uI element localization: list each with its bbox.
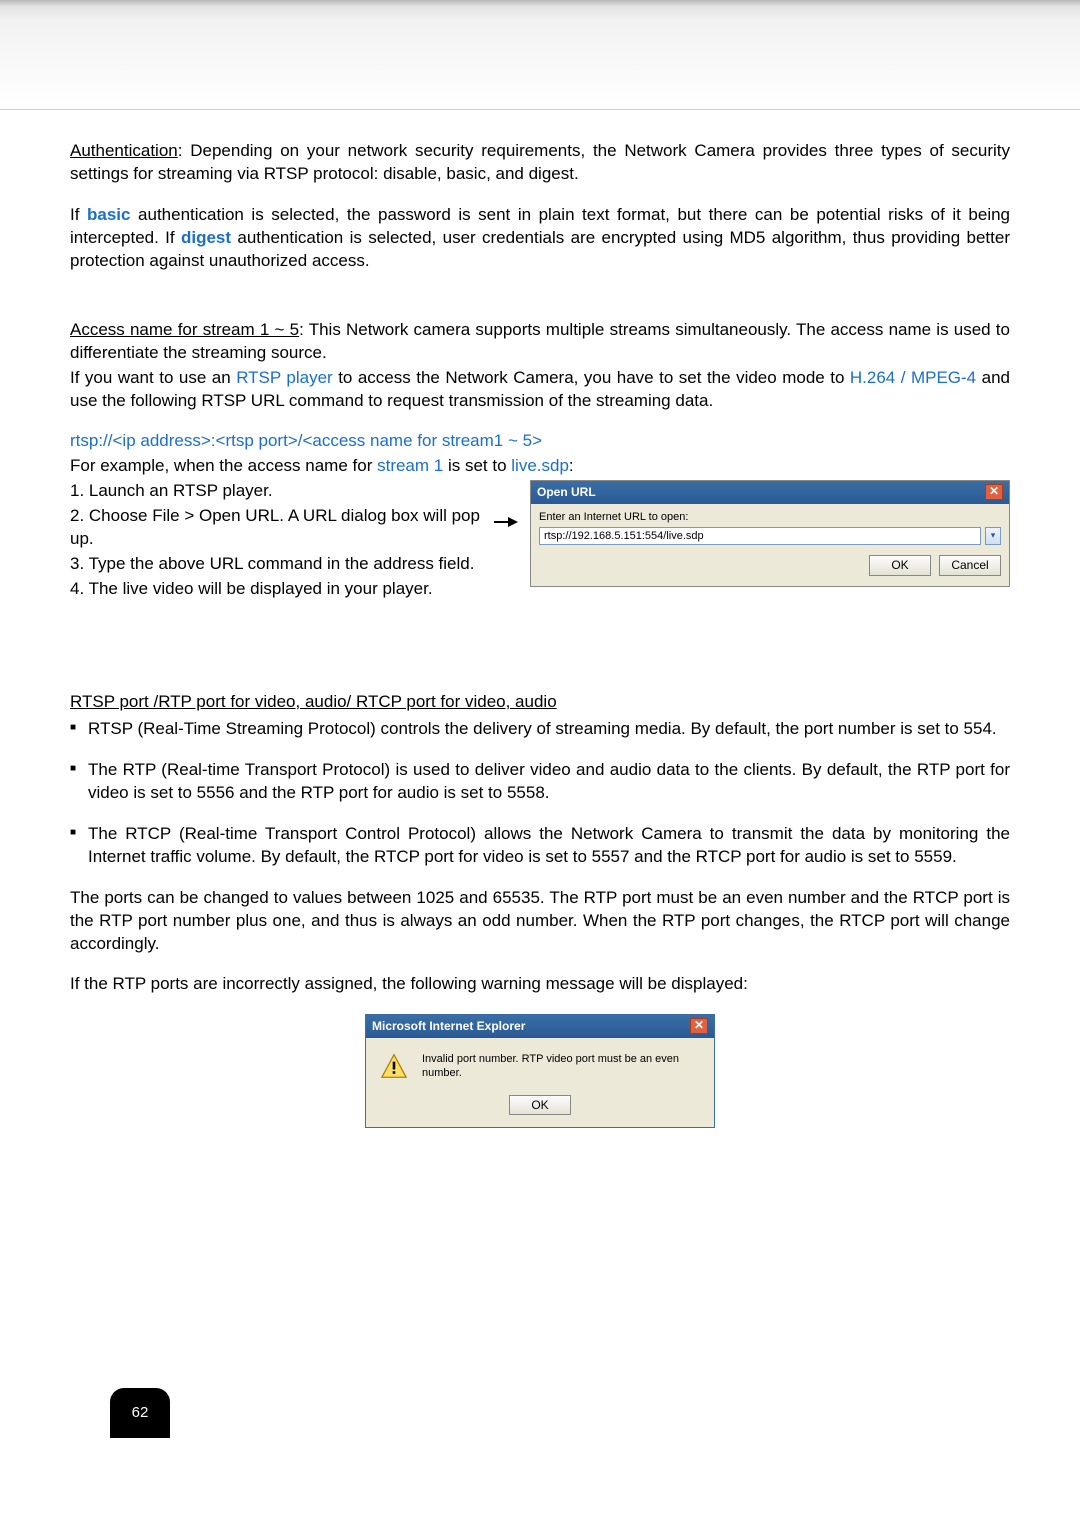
text: to access the Network Camera, you have t…: [333, 368, 850, 387]
port-range-note: The ports can be changed to values betwe…: [70, 887, 1010, 956]
close-icon[interactable]: ✕: [690, 1018, 708, 1034]
page-number: 62: [110, 1388, 170, 1438]
dialog-titlebar[interactable]: Open URL ✕: [531, 481, 1009, 503]
text: :: [569, 456, 574, 475]
kw-rtsp-player: RTSP player: [236, 368, 333, 387]
chevron-down-icon[interactable]: ▾: [985, 527, 1001, 545]
open-url-input[interactable]: [539, 527, 981, 545]
auth-section-label: Authentication: [70, 141, 178, 160]
dialog-titlebar[interactable]: Microsoft Internet Explorer ✕: [366, 1015, 714, 1037]
list-item: RTSP (Real-Time Streaming Protocol) cont…: [70, 718, 1010, 741]
step-list: 1. Launch an RTSP player. 2. Choose File…: [70, 480, 482, 601]
rtsp-ports-bullets: RTSP (Real-Time Streaming Protocol) cont…: [70, 718, 1010, 869]
rtsp-url-template: rtsp://<ip address>:<rtsp port>/<access …: [70, 430, 1010, 453]
text: If: [70, 205, 87, 224]
warning-icon: [380, 1053, 408, 1079]
open-url-dialog: Open URL ✕ Enter an Internet URL to open…: [530, 480, 1010, 586]
kw-stream1: stream 1: [377, 456, 443, 475]
access-name-label: Access name for stream 1 ~ 5: [70, 320, 299, 339]
access-rtsp-paragraph: If you want to use an RTSP player to acc…: [70, 367, 1010, 413]
dialog-title: Open URL: [537, 484, 596, 500]
text: is set to: [443, 456, 511, 475]
auth-basic-digest-paragraph: If basic authentication is selected, the…: [70, 204, 1010, 273]
open-url-label: Enter an Internet URL to open:: [539, 510, 1001, 525]
ok-button[interactable]: OK: [509, 1095, 571, 1115]
list-item: The RTP (Real-time Transport Protocol) i…: [70, 759, 1010, 805]
list-item: 2. Choose File > Open URL. A URL dialog …: [70, 505, 482, 551]
text: If you want to use an: [70, 368, 236, 387]
warn-intro: If the RTP ports are incorrectly assigne…: [70, 973, 1010, 996]
example-line: For example, when the access name for st…: [70, 455, 1010, 478]
header-gradient: [0, 0, 1080, 110]
kw-digest: digest: [181, 228, 231, 247]
kw-h264-mpeg4: H.264 / MPEG-4: [850, 368, 976, 387]
page-number-value: 62: [132, 1403, 149, 1423]
ie-warning-dialog: Microsoft Internet Explorer ✕ Invalid po…: [365, 1014, 715, 1128]
list-item: 3. Type the above URL command in the add…: [70, 553, 482, 576]
page-content: Authentication: Depending on your networ…: [0, 110, 1080, 1478]
list-item: 1. Launch an RTSP player.: [70, 480, 482, 503]
kw-basic: basic: [87, 205, 130, 224]
arrow-icon: [494, 480, 518, 550]
access-name-paragraph: Access name for stream 1 ~ 5: This Netwo…: [70, 319, 1010, 365]
rtsp-ports-heading: RTSP port /RTP port for video, audio/ RT…: [70, 691, 1010, 714]
list-item: The RTCP (Real-time Transport Control Pr…: [70, 823, 1010, 869]
close-icon[interactable]: ✕: [985, 484, 1003, 500]
steps-and-dialog-row: 1. Launch an RTSP player. 2. Choose File…: [70, 480, 1010, 621]
cancel-button[interactable]: Cancel: [939, 555, 1001, 575]
list-item: 4. The live video will be displayed in y…: [70, 578, 482, 601]
auth-desc: : Depending on your network security req…: [70, 141, 1010, 183]
kw-livesdp: live.sdp: [511, 456, 569, 475]
auth-paragraph: Authentication: Depending on your networ…: [70, 140, 1010, 186]
ok-button[interactable]: OK: [869, 555, 931, 575]
text: For example, when the access name for: [70, 456, 377, 475]
warning-message: Invalid port number. RTP video port must…: [422, 1052, 700, 1082]
dialog-title: Microsoft Internet Explorer: [372, 1018, 525, 1034]
